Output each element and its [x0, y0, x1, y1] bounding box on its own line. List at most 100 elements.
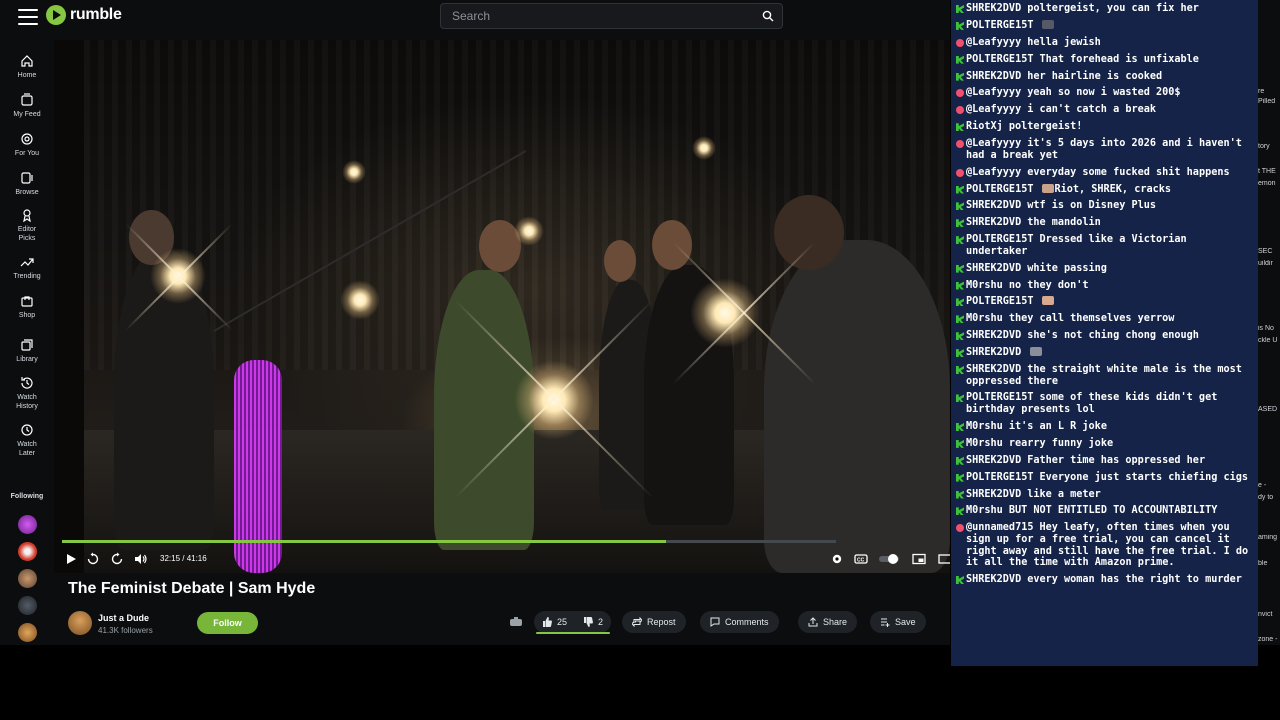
search-input[interactable] [441, 4, 741, 28]
history-icon [21, 377, 33, 389]
chat-username: SHREK2DVD [966, 70, 1022, 82]
search-box [440, 3, 783, 29]
nav-item-home[interactable]: Home [0, 54, 54, 80]
share-label: Share [823, 617, 848, 627]
time-display: 32:15 / 41:16 [160, 554, 207, 563]
chat-message: @Leafyyyy everyday some fucked shit happe… [951, 167, 1258, 179]
play-icon[interactable] [64, 552, 78, 566]
chat-text: they call themselves yerrow [1008, 313, 1175, 325]
chat-message: POLTERGE15T [951, 19, 1258, 32]
autoplay-toggle[interactable] [878, 552, 900, 566]
sidebar-partial-text: dy to [1258, 494, 1274, 501]
chat-text: hella jewish [1027, 36, 1101, 48]
downvote-count: 2 [598, 617, 604, 627]
channel-name[interactable]: Just a Dude [98, 613, 149, 623]
player-controls: 32:15 / 41:16 CC [54, 548, 950, 570]
share-button[interactable]: Share [798, 611, 858, 633]
chat-username: POLTERGE15T [966, 53, 1034, 65]
nav-item-watch-later[interactable]: Watch Later [0, 423, 54, 458]
rumble-logo-icon [46, 5, 66, 25]
chat-text: yeah so now i wasted 200$ [1027, 87, 1181, 99]
sidebar-partial-text: tory [1258, 143, 1270, 150]
chat-username: @Leafyyyy [966, 36, 1022, 48]
logo-text: rumble [70, 6, 122, 23]
kick-badge-icon [956, 38, 964, 47]
chat-message: POLTERGE15T That forehead is unfixable [951, 54, 1258, 66]
nav-item-watch-history[interactable]: Watch History [0, 376, 54, 411]
chat-message: SHREK2DVD the straight white male is the … [951, 364, 1258, 387]
follower-count: 41.3K followers [98, 626, 153, 635]
chat-messages: SHREK2DVD poltergeist, you can fix her POL… [951, 0, 1258, 586]
sidebar-partial-text: is No [1258, 325, 1274, 332]
video-frame [84, 40, 950, 573]
chat-message: POLTERGE15T Dressed like a Victorian unde… [951, 234, 1258, 257]
chat-text: i can't catch a break [1027, 104, 1157, 116]
follow-button[interactable]: Follow [197, 612, 258, 634]
nav-item-for-you[interactable]: For You [0, 132, 54, 158]
channel-avatar[interactable] [68, 611, 92, 635]
chat-username: POLTERGE15T [966, 296, 1034, 308]
thumbs-up-icon[interactable] [542, 617, 552, 627]
nav-item-editor-picks[interactable]: Editor Picks [0, 208, 54, 243]
rumble-badge-icon [956, 5, 964, 13]
rumble-logo[interactable]: rumble [46, 5, 122, 25]
chat-username: SHREK2DVD [966, 347, 1022, 359]
rumble-badge-icon [956, 349, 964, 358]
progress-bar[interactable] [62, 540, 836, 543]
nav-item-shop[interactable]: Shop [0, 294, 54, 320]
nav-item-trending[interactable]: Trending [0, 255, 54, 281]
settings-gear-icon[interactable] [830, 552, 844, 566]
editor-picks-icon [23, 209, 31, 222]
chat-text: rearry funny joke [1008, 437, 1114, 449]
chat-text: everyday some fucked shit happens [1027, 166, 1230, 178]
top-bar: rumble [0, 0, 950, 40]
nav-item-my-feed[interactable]: My Feed [0, 93, 54, 119]
theater-mode-icon[interactable] [938, 552, 950, 566]
sidebar-partial-text: emon [1258, 180, 1276, 187]
rumble-badge-icon [956, 202, 964, 211]
comments-button[interactable]: Comments [700, 611, 779, 633]
following-label: Following [10, 493, 44, 500]
nav-item-browse[interactable]: Browse [0, 171, 54, 197]
following-channel-avatar[interactable] [18, 569, 37, 588]
thumbs-down-icon[interactable] [583, 617, 593, 627]
following-channel-avatar[interactable] [18, 596, 37, 615]
chat-username: M0rshu [966, 313, 1003, 325]
mini-player-icon[interactable] [912, 552, 926, 566]
following-channel-avatar[interactable] [18, 515, 37, 534]
chat-message: SHREK2DVD wtf is on Disney Plus [951, 200, 1258, 212]
sidebar-partial-text: ckle U [1258, 337, 1278, 344]
video-player[interactable]: 32:15 / 41:16 CC [54, 40, 950, 573]
rumble-badge-icon [956, 21, 964, 30]
sidebar-partial: re Pilled tory t THE emon SEC uildir is No ckle … [1258, 0, 1280, 645]
rumble-badge-icon [956, 185, 964, 194]
rewind-icon[interactable] [86, 552, 100, 566]
chat-message: SHREK2DVD poltergeist, you can fix her [951, 3, 1258, 15]
following-channel-avatar[interactable] [18, 623, 37, 642]
forward-icon[interactable] [110, 552, 124, 566]
save-button[interactable]: Save [870, 611, 926, 633]
chat-message: M0rshu BUT NOT ENTITLED TO ACCOUNTABILITY [951, 505, 1258, 517]
chat-overlay: SHREK2DVD poltergeist, you can fix her POL… [951, 0, 1258, 666]
chat-username: SHREK2DVD [966, 330, 1022, 342]
kick-badge-icon [956, 168, 964, 177]
rumble-badge-icon [956, 219, 964, 228]
browse-icon [21, 172, 33, 184]
search-icon[interactable] [762, 10, 774, 22]
following-channel-avatar[interactable] [18, 542, 37, 561]
repost-button[interactable]: Repost [622, 611, 686, 633]
volume-icon[interactable] [134, 552, 148, 566]
captions-icon[interactable]: CC [854, 552, 868, 566]
rumble-badge-icon [956, 123, 964, 132]
rumble-boost-icon[interactable] [509, 615, 523, 629]
clock-icon [21, 424, 33, 436]
nav-item-library[interactable]: Library [0, 338, 54, 364]
chat-text: white passing [1027, 262, 1107, 274]
chat-message: SHREK2DVD like a meter [951, 489, 1258, 501]
rumble-badge-icon [956, 264, 964, 273]
home-icon [21, 55, 33, 67]
menu-icon[interactable] [18, 9, 38, 25]
chat-text: Father time has oppressed her [1027, 454, 1206, 466]
chat-username: @Leafyyyy [966, 166, 1022, 178]
trending-icon [20, 258, 34, 267]
